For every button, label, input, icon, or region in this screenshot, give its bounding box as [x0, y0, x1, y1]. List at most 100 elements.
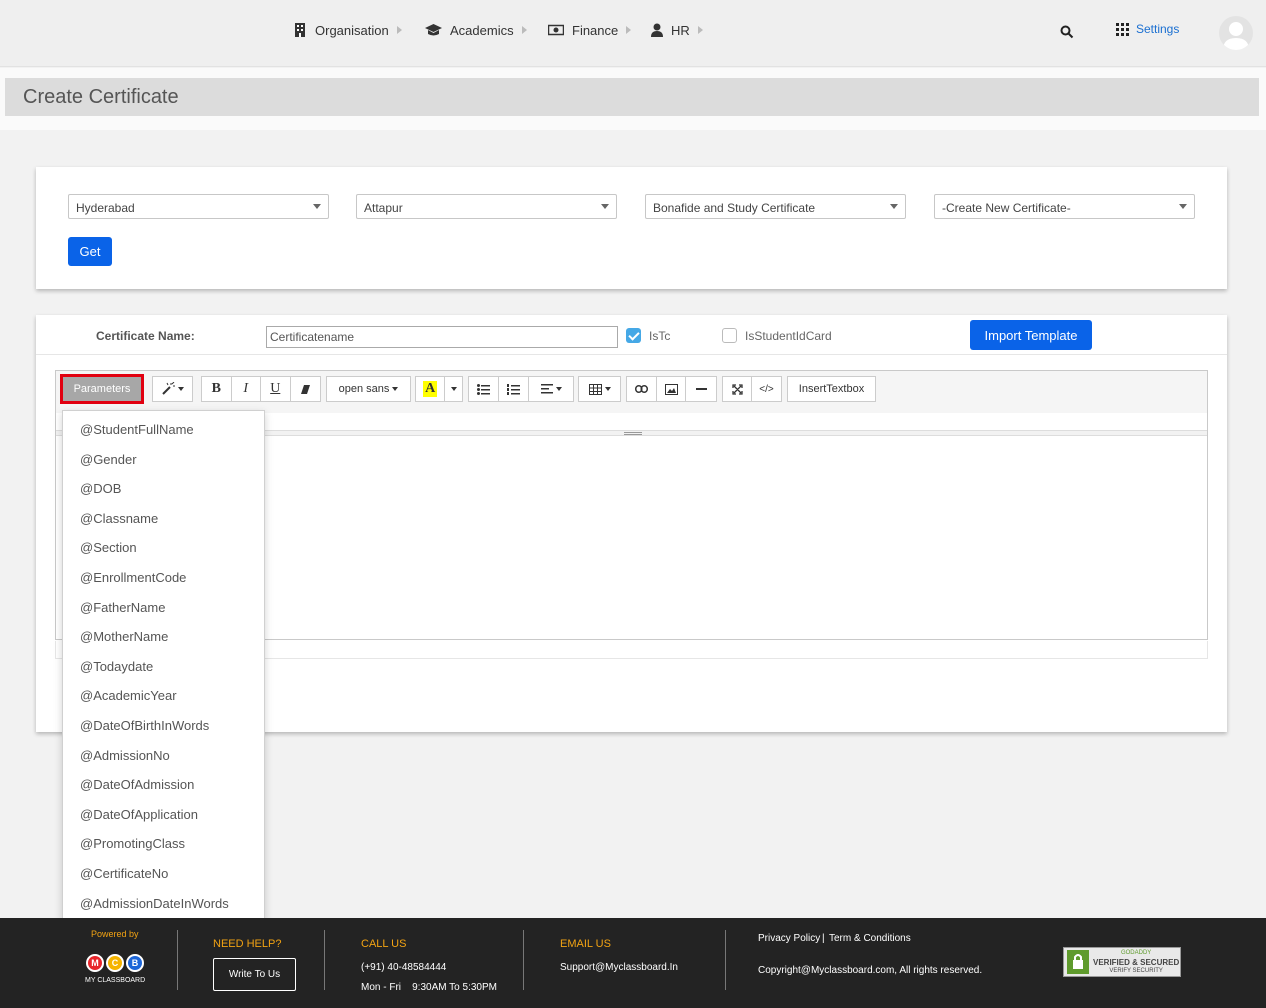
- insert-link-button[interactable]: [627, 377, 657, 401]
- nav-organisation[interactable]: Organisation: [293, 20, 402, 40]
- parameter-item[interactable]: @CertificateNo: [80, 866, 168, 881]
- parameter-item[interactable]: @DateOfBirthInWords: [80, 718, 209, 733]
- filter-card: Hyderabad Attapur Bonafide and Study Cer…: [36, 167, 1227, 289]
- italic-button[interactable]: I: [232, 377, 261, 401]
- certificate-select[interactable]: -Create New Certificate-: [934, 194, 1195, 219]
- building-icon: [295, 23, 305, 37]
- highlight-a-icon: A: [423, 381, 438, 397]
- parameter-item[interactable]: @Classname: [80, 511, 158, 526]
- link-separator: |: [822, 933, 825, 944]
- parameter-item[interactable]: @AdmissionDateInWords: [80, 896, 229, 911]
- parameter-item[interactable]: @EnrollmentCode: [80, 570, 186, 585]
- checkbox-unchecked-icon: [722, 328, 737, 343]
- table-dropdown-button[interactable]: [578, 376, 621, 402]
- get-button[interactable]: Get: [68, 237, 112, 266]
- eraser-button[interactable]: [291, 377, 320, 401]
- parameter-item[interactable]: @DateOfApplication: [80, 807, 198, 822]
- logo-letter: B: [126, 954, 144, 972]
- seal-line: VERIFY SECURITY: [1109, 967, 1163, 974]
- certificate-type-select[interactable]: Bonafide and Study Certificate: [645, 194, 906, 219]
- insert-textbox-button[interactable]: InsertTextbox: [787, 376, 876, 402]
- nav-label: HR: [671, 22, 690, 38]
- nav-finance[interactable]: Finance: [548, 20, 632, 40]
- insert-textbox-label: InsertTextbox: [798, 383, 865, 395]
- write-to-us-button[interactable]: Write To Us: [213, 958, 296, 991]
- seal-text: GODADDY VERIFIED & SECURED VERIFY SECURI…: [1093, 949, 1179, 976]
- nav-label: Academics: [450, 22, 514, 38]
- nav-label: Organisation: [315, 22, 389, 38]
- bullet-list-icon: [477, 383, 490, 395]
- search-icon[interactable]: [1060, 25, 1074, 39]
- parameter-item[interactable]: @PromotingClass: [80, 836, 185, 851]
- parameter-item[interactable]: @MotherName: [80, 629, 168, 644]
- city-select[interactable]: Hyderabad: [68, 194, 329, 219]
- select-value: Bonafide and Study Certificate: [653, 201, 816, 215]
- support-email[interactable]: Support@Myclassboard.In: [560, 962, 678, 973]
- expand-icon: [731, 383, 743, 395]
- nav-academics[interactable]: Academics: [425, 20, 527, 40]
- privacy-policy-link[interactable]: Privacy Policy: [758, 933, 820, 944]
- parameter-item[interactable]: @Section: [80, 540, 137, 555]
- terms-link[interactable]: Term & Conditions: [829, 933, 911, 944]
- settings-label: Settings: [1136, 22, 1180, 36]
- eraser-icon: [300, 384, 310, 394]
- font-family-label: open sans: [338, 383, 390, 395]
- parameter-item[interactable]: @AdmissionNo: [80, 748, 170, 763]
- email-us-heading: EMAIL US: [560, 938, 611, 950]
- user-icon: [651, 23, 663, 37]
- unordered-list-button[interactable]: [469, 377, 499, 401]
- align-dropdown-button[interactable]: [529, 377, 573, 401]
- caret-right-icon: [396, 26, 402, 34]
- parameter-item[interactable]: @DOB: [80, 481, 121, 496]
- page-title: Create Certificate: [23, 86, 179, 108]
- horizontal-rule-button[interactable]: [686, 377, 716, 401]
- brand-name: MY CLASSBOARD: [85, 977, 146, 984]
- certificate-name-input[interactable]: [266, 326, 618, 348]
- caret-down-icon: [178, 387, 184, 391]
- parameter-item[interactable]: @Todaydate: [80, 659, 153, 674]
- settings-link[interactable]: Settings: [1116, 22, 1179, 36]
- call-us-heading: CALL US: [361, 938, 407, 950]
- checkbox-label: IsStudentIdCard: [745, 328, 832, 343]
- isstudentidcard-checkbox[interactable]: IsStudentIdCard: [722, 328, 832, 343]
- list-group: [468, 376, 574, 402]
- dropdown-arrow-icon: [890, 204, 898, 209]
- resize-grip-icon: [624, 432, 642, 435]
- fullscreen-button[interactable]: [723, 377, 753, 401]
- copyright-text: Copyright@Myclassboard.com, All rights r…: [758, 965, 983, 976]
- caret-down-icon: [450, 387, 457, 391]
- parameter-item[interactable]: @FatherName: [80, 600, 165, 615]
- parameter-item[interactable]: @DateOfAdmission: [80, 777, 194, 792]
- parameter-item[interactable]: @StudentFullName: [80, 422, 194, 437]
- powered-by-label: Powered by: [91, 929, 139, 939]
- avatar[interactable]: [1219, 16, 1253, 50]
- godaddy-seal[interactable]: GODADDY VERIFIED & SECURED VERIFY SECURI…: [1063, 947, 1181, 977]
- insert-image-button[interactable]: [657, 377, 687, 401]
- magic-style-button[interactable]: [152, 376, 193, 402]
- divider: [36, 354, 1227, 355]
- parameter-item[interactable]: @AcademicYear: [80, 688, 177, 703]
- need-help-heading: NEED HELP?: [213, 938, 282, 950]
- import-template-button[interactable]: Import Template: [970, 320, 1092, 350]
- underline-button[interactable]: U: [261, 377, 291, 401]
- editor-toolbar: Parameters B I U open sans A </> InsertT…: [56, 371, 1207, 413]
- logo-letter: M: [86, 954, 104, 972]
- parameter-item[interactable]: @Gender: [80, 452, 137, 467]
- branch-select[interactable]: Attapur: [356, 194, 617, 219]
- caret-right-icon: [626, 26, 632, 34]
- dropdown-arrow-icon: [1179, 204, 1187, 209]
- dropdown-arrow-icon: [313, 204, 321, 209]
- font-family-dropdown[interactable]: open sans: [326, 376, 411, 402]
- istc-checkbox[interactable]: IsTc: [626, 328, 670, 343]
- caret-down-icon: [392, 387, 399, 391]
- code-view-button[interactable]: </>: [752, 377, 781, 401]
- text-color-button[interactable]: A: [416, 377, 446, 401]
- bold-button[interactable]: B: [202, 377, 232, 401]
- color-dropdown-button[interactable]: [445, 377, 462, 401]
- parameters-dropdown-button[interactable]: Parameters: [60, 374, 144, 404]
- nav-label: Finance: [572, 22, 619, 38]
- divider: [523, 930, 524, 990]
- nav-hr[interactable]: HR: [651, 20, 703, 40]
- dropdown-arrow-icon: [601, 204, 609, 209]
- ordered-list-button[interactable]: [499, 377, 529, 401]
